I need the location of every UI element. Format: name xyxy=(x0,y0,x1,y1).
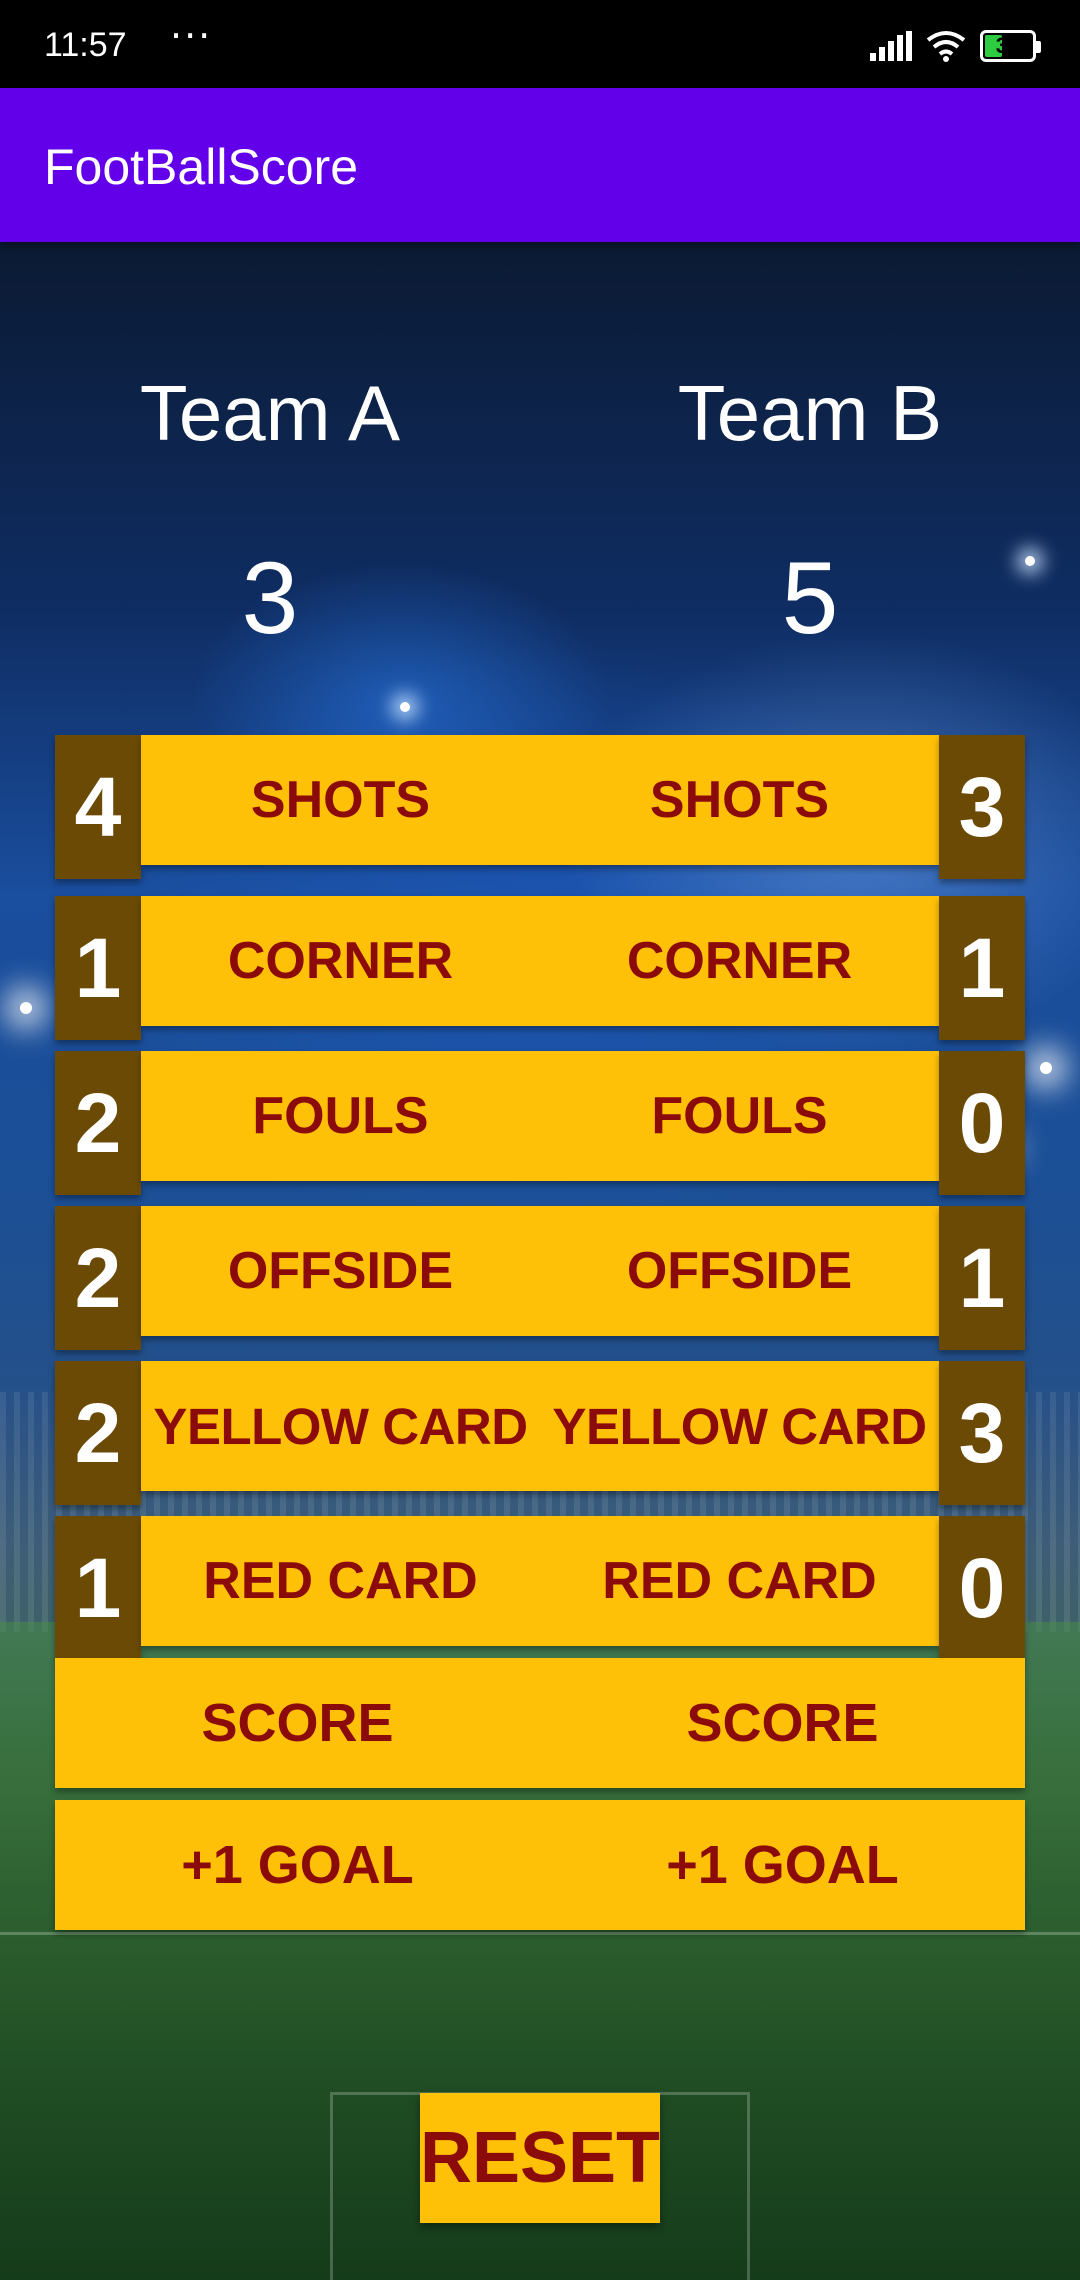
team-b-fouls-count: 0 xyxy=(939,1051,1025,1195)
stat-row-corner: 1 CORNER CORNER 1 xyxy=(55,896,1025,1040)
status-icons: 38 xyxy=(870,26,1041,66)
team-b-corner-count: 1 xyxy=(939,896,1025,1040)
yellow-card-bar: YELLOW CARD YELLOW CARD xyxy=(141,1361,939,1491)
star-light xyxy=(400,702,410,712)
wifi-icon xyxy=(926,31,966,62)
stat-row-yellow-card: 2 YELLOW CARD YELLOW CARD 3 xyxy=(55,1361,1025,1505)
battery-icon: 38 xyxy=(980,30,1041,62)
team-a-score: 3 xyxy=(241,541,299,655)
team-b-red-card-button[interactable]: RED CARD xyxy=(540,1516,939,1646)
team-b-red-card-count: 0 xyxy=(939,1516,1025,1660)
team-a-name: Team A xyxy=(139,369,401,457)
stat-row-offside: 2 OFFSIDE OFFSIDE 1 xyxy=(55,1206,1025,1350)
team-a-offside-count: 2 xyxy=(55,1206,141,1350)
team-b-shots-count: 3 xyxy=(939,735,1025,879)
team-a-shots-button[interactable]: SHOTS xyxy=(141,735,540,865)
stadium-light xyxy=(20,1002,32,1014)
team-b-corner-button[interactable]: CORNER xyxy=(540,896,939,1026)
stat-row-shots: 4 SHOTS SHOTS 3 xyxy=(55,735,1025,879)
team-a-corner-button[interactable]: CORNER xyxy=(141,896,540,1026)
team-b-name: Team B xyxy=(677,369,943,457)
team-b-score: 5 xyxy=(781,541,839,655)
corner-bar: CORNER CORNER xyxy=(141,896,939,1026)
fouls-bar: FOULS FOULS xyxy=(141,1051,939,1181)
team-a-yellow-card-count: 2 xyxy=(55,1361,141,1505)
offside-bar: OFFSIDE OFFSIDE xyxy=(141,1206,939,1336)
team-b-goal-button[interactable]: +1 GOAL xyxy=(540,1800,1025,1930)
app-bar: FootBallScore xyxy=(0,88,1080,242)
team-a-goal-button[interactable]: +1 GOAL xyxy=(55,1800,540,1930)
team-a-corner-count: 1 xyxy=(55,896,141,1040)
team-a-score-button[interactable]: SCORE xyxy=(55,1658,540,1788)
stat-row-fouls: 2 FOULS FOULS 0 xyxy=(55,1051,1025,1195)
team-b-yellow-card-count: 3 xyxy=(939,1361,1025,1505)
star-light xyxy=(1025,556,1035,566)
team-a-shots-count: 4 xyxy=(55,735,141,879)
team-b-offside-count: 1 xyxy=(939,1206,1025,1350)
pitch-line xyxy=(0,1932,1080,1935)
team-b-shots-button[interactable]: SHOTS xyxy=(540,735,939,865)
status-time: 11:57 xyxy=(44,26,127,64)
signal-icon xyxy=(870,31,912,61)
team-b-yellow-card-button[interactable]: YELLOW CARD xyxy=(540,1361,939,1491)
reset-button[interactable]: RESET xyxy=(420,2093,660,2223)
team-a-red-card-count: 1 xyxy=(55,1516,141,1660)
team-a-red-card-button[interactable]: RED CARD xyxy=(141,1516,540,1646)
shots-bar: SHOTS SHOTS xyxy=(141,735,939,865)
goal-row: +1 GOAL +1 GOAL xyxy=(55,1800,1025,1930)
battery-percent: 38 xyxy=(995,33,1021,58)
team-a-yellow-card-button[interactable]: YELLOW CARD xyxy=(141,1361,540,1491)
team-b-score-button[interactable]: SCORE xyxy=(540,1658,1025,1788)
red-card-bar: RED CARD RED CARD xyxy=(141,1516,939,1646)
team-a-offside-button[interactable]: OFFSIDE xyxy=(141,1206,540,1336)
stadium-light xyxy=(1040,1062,1052,1074)
stat-row-red-card: 1 RED CARD RED CARD 0 xyxy=(55,1516,1025,1660)
team-b-fouls-button[interactable]: FOULS xyxy=(540,1051,939,1181)
more-notifications-icon: ··· xyxy=(170,14,213,58)
team-b-offside-button[interactable]: OFFSIDE xyxy=(540,1206,939,1336)
score-row: SCORE SCORE xyxy=(55,1658,1025,1788)
app-title: FootBallScore xyxy=(44,139,359,195)
team-a-fouls-count: 2 xyxy=(55,1051,141,1195)
team-a-fouls-button[interactable]: FOULS xyxy=(141,1051,540,1181)
status-bar: 11:57 ··· 38 xyxy=(0,0,1080,88)
